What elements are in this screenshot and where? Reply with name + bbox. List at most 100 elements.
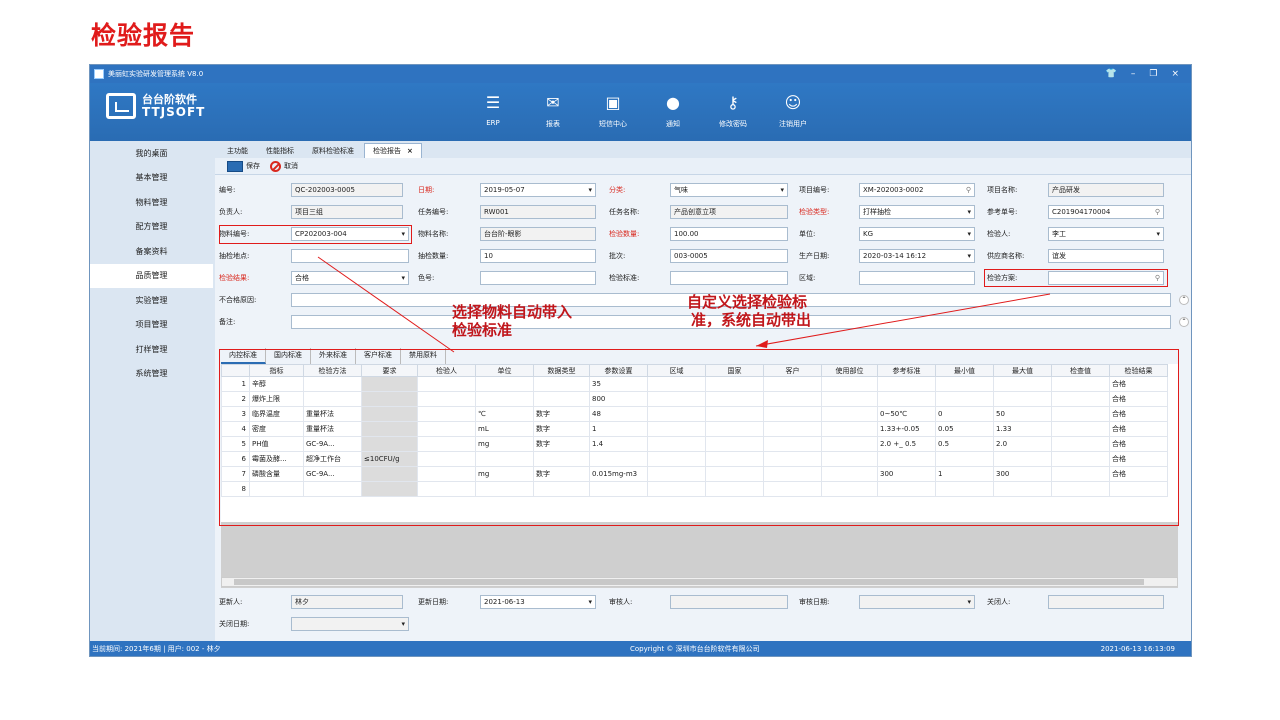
chevron-down-icon[interactable]: ▾ — [588, 184, 592, 196]
skin-icon[interactable]: 👕 — [1106, 69, 1117, 79]
update-date-field[interactable]: 2021-06-13 ▾ — [480, 595, 596, 609]
project-name-field[interactable]: 产品研发 — [1048, 183, 1164, 197]
sms-icon: ▣ — [605, 92, 621, 112]
sample-place-field[interactable] — [291, 249, 409, 263]
sidebar-item-system[interactable]: 系统管理 — [90, 362, 213, 387]
sample-place-label: 抽检地点: — [219, 252, 250, 260]
tab-performance[interactable]: 性能指标 — [258, 144, 302, 158]
toolbar-sms[interactable]: ▣ 短信中心 — [590, 91, 636, 129]
region-field[interactable] — [859, 271, 975, 285]
grid-highlight-box — [219, 349, 1179, 526]
tab-close-icon[interactable]: × — [407, 147, 413, 155]
audit-form: 更新人: 林夕 更新日期: 2021-06-13 ▾ 审核人: 审核日期: ▾ 关… — [215, 591, 1191, 641]
scrollbar-thumb[interactable] — [234, 579, 1144, 585]
sidebar-item-desktop[interactable]: 我的桌面 — [90, 141, 213, 166]
sidebar-item-formula[interactable]: 配方管理 — [90, 215, 213, 240]
chevron-down-icon[interactable]: ▾ — [1156, 228, 1160, 240]
close-button[interactable]: × — [1171, 69, 1179, 79]
color-label: 色号: — [418, 274, 435, 282]
toolbar-logout[interactable]: ☺ 注销用户 — [770, 91, 816, 129]
close-date-label: 关闭日期: — [219, 620, 250, 628]
unit-label: 单位: — [799, 230, 816, 238]
chevron-down-icon[interactable]: ▾ — [967, 206, 971, 218]
tab-inspection-report[interactable]: 检验报告 × — [364, 143, 422, 158]
annotation-right-line2: 准，系统自动带出 — [691, 311, 812, 329]
chevron-down-icon[interactable]: ▾ — [967, 250, 971, 262]
closer-field[interactable] — [1048, 595, 1164, 609]
inspector-value: 李工 — [1052, 230, 1066, 238]
project-no-field[interactable]: XM-202003-0002 ⚲ — [859, 183, 975, 197]
toolbar-erp[interactable]: ☰ ERP — [470, 91, 516, 129]
restore-button[interactable]: ❐ — [1149, 69, 1157, 79]
category-select[interactable]: 气味 ▾ — [670, 183, 788, 197]
remark-label: 备注: — [219, 318, 236, 326]
material-name-label: 物料名称: — [418, 230, 449, 238]
color-field[interactable] — [480, 271, 596, 285]
toolbar-report[interactable]: ✉ 报表 — [530, 91, 576, 129]
tab-main[interactable]: 主功能 — [219, 144, 256, 158]
result-select[interactable]: 合格 ▾ — [291, 271, 409, 285]
task-name-label: 任务名称: — [609, 208, 640, 216]
annotation-right-line1: 自定义选择检验标 — [687, 293, 808, 311]
unit-value: KG — [863, 230, 874, 238]
chevron-down-icon[interactable]: ▾ — [780, 184, 784, 196]
key-icon: ⚷ — [727, 92, 739, 112]
cancel-button[interactable]: 取消 — [270, 160, 298, 172]
annotation-left-line2: 检验标准 — [452, 321, 513, 339]
code-label: 编号: — [219, 186, 236, 194]
task-name-field[interactable]: 产品创意立项 — [670, 205, 788, 219]
users-icon: ☺ — [784, 92, 802, 112]
sidebar-item-experiment[interactable]: 实验管理 — [90, 288, 213, 313]
review-date-field[interactable]: ▾ — [859, 595, 975, 609]
inspect-qty-field[interactable]: 100.00 — [670, 227, 788, 241]
search-icon[interactable]: ⚲ — [966, 184, 971, 196]
sidebar-item-filing[interactable]: 备案资料 — [90, 239, 213, 264]
sidebar-item-basic[interactable]: 基本管理 — [90, 166, 213, 191]
result-label: 检验结果: — [219, 274, 250, 282]
main-panel: 主功能 性能指标 原料检验标准 检验报告 × 保存 取消 编号: QC-20200… — [215, 141, 1191, 646]
chevron-down-icon[interactable]: ▾ — [588, 596, 592, 608]
chevron-down-icon[interactable]: ▾ — [967, 228, 971, 240]
search-icon[interactable]: ⚲ — [1155, 206, 1160, 218]
tab-raw-standard[interactable]: 原料检验标准 — [304, 144, 362, 158]
code-field[interactable]: QC-202003-0005 — [291, 183, 403, 197]
chevron-down-icon[interactable]: ▾ — [967, 596, 971, 608]
expand-icon[interactable]: ⌃ — [1179, 295, 1189, 305]
sample-qty-field[interactable]: 10 — [480, 249, 596, 263]
save-label: 保存 — [246, 162, 260, 170]
chevron-down-icon[interactable]: ▾ — [401, 618, 405, 630]
close-date-field[interactable]: ▾ — [291, 617, 409, 631]
task-no-field[interactable]: RW001 — [480, 205, 596, 219]
supplier-field[interactable]: 谊发 — [1048, 249, 1164, 263]
task-no-label: 任务编号: — [418, 208, 449, 216]
batch-field[interactable]: 003-0005 — [670, 249, 788, 263]
updater-field[interactable]: 林夕 — [291, 595, 403, 609]
sidebar-item-quality[interactable]: 品质管理 — [90, 263, 213, 288]
sidebar-item-sampling[interactable]: 打样管理 — [90, 337, 213, 362]
sidebar-item-project[interactable]: 项目管理 — [90, 313, 213, 338]
inspect-type-select[interactable]: 打样抽检 ▾ — [859, 205, 975, 219]
status-period: 当前期间: 2021年6期 | 用户: 002 - 林夕 — [92, 644, 221, 653]
erp-icon: ☰ — [485, 92, 501, 112]
tab-inspection-report-label: 检验报告 — [373, 147, 401, 155]
prod-date-field[interactable]: 2020-03-14 16:12 ▾ — [859, 249, 975, 263]
standard-field[interactable] — [670, 271, 788, 285]
expand-icon[interactable]: ⌃ — [1179, 317, 1189, 327]
project-name-label: 项目名称: — [987, 186, 1018, 194]
reviewer-field[interactable] — [670, 595, 788, 609]
toolbar-notice[interactable]: ● 通知 — [650, 91, 696, 129]
chevron-down-icon[interactable]: ▾ — [401, 272, 405, 284]
action-bar: 保存 取消 — [215, 158, 1191, 175]
sidebar-item-material[interactable]: 物料管理 — [90, 190, 213, 215]
unit-select[interactable]: KG ▾ — [859, 227, 975, 241]
inspector-select[interactable]: 李工 ▾ — [1048, 227, 1164, 241]
ref-no-field[interactable]: C201904170004 ⚲ — [1048, 205, 1164, 219]
save-button[interactable]: 保存 — [227, 160, 260, 172]
date-field[interactable]: 2019-05-07 ▾ — [480, 183, 596, 197]
update-date-value: 2021-06-13 — [484, 598, 525, 606]
owner-field[interactable]: 项目三组 — [291, 205, 403, 219]
toolbar-password[interactable]: ⚷ 修改密码 — [710, 91, 756, 129]
horizontal-scrollbar[interactable] — [221, 577, 1178, 587]
material-name-field[interactable]: 台台阶-眼影 — [480, 227, 596, 241]
minimize-button[interactable]: – — [1131, 69, 1136, 79]
